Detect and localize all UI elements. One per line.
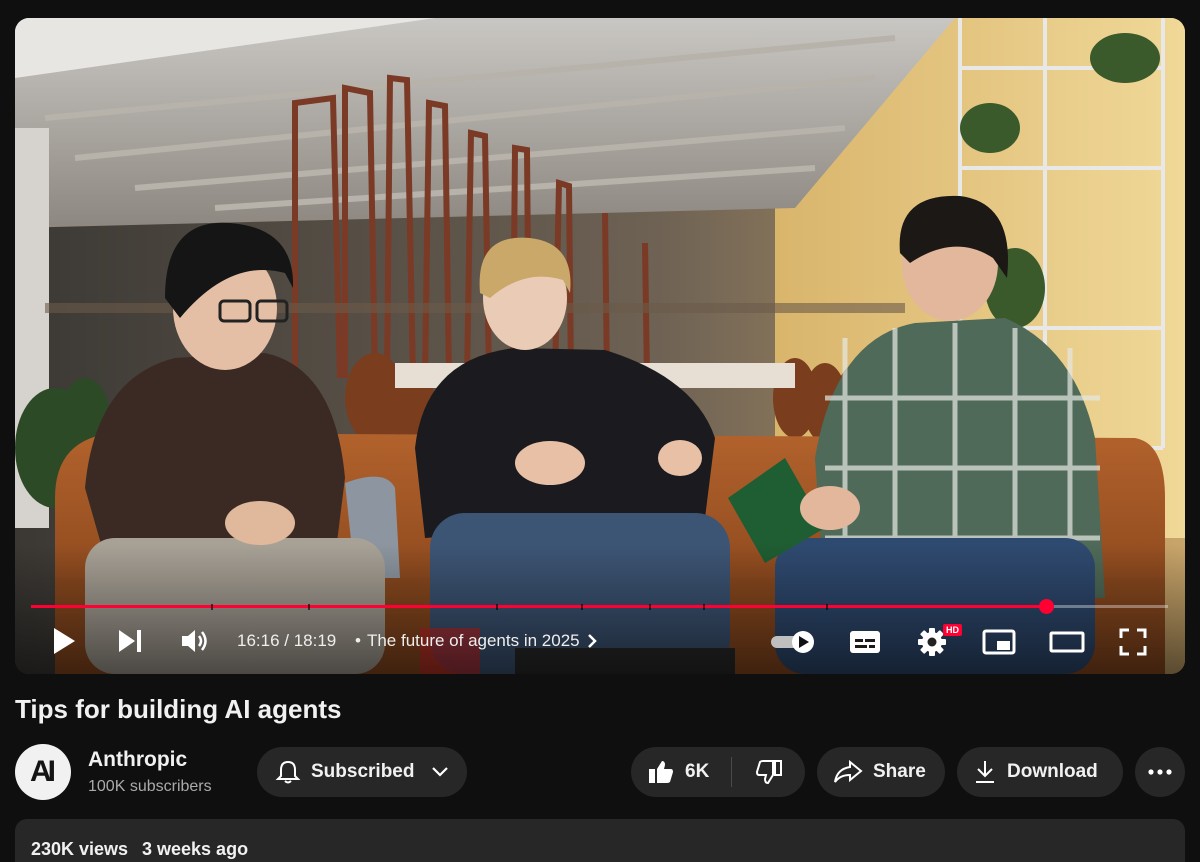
miniplayer-button[interactable] (981, 628, 1017, 656)
fullscreen-button[interactable] (1117, 626, 1149, 658)
chapter-marker (496, 604, 499, 610)
autoplay-toggle-icon (771, 631, 814, 653)
share-button[interactable]: Share (817, 747, 945, 797)
time-display: 16:16 / 18:19 (237, 631, 337, 650)
next-button[interactable] (115, 626, 145, 656)
dislike-button[interactable] (732, 747, 805, 797)
chapter-title: The future of agents in 2025 (366, 631, 580, 650)
video-title: Tips for building AI agents (15, 694, 342, 724)
channel-avatar[interactable]: AI (15, 744, 71, 800)
upload-date: 3 weeks ago (142, 839, 249, 859)
next-icon (119, 630, 141, 652)
video-player[interactable]: 16:16 / 18:19 • The future of agents in … (15, 18, 1185, 674)
youtube-watch-page: 16:16 / 18:19 • The future of agents in … (0, 0, 1200, 862)
autoplay-toggle[interactable] (769, 628, 817, 656)
bullet-separator: • (355, 631, 361, 650)
download-icon (976, 761, 994, 783)
play-button[interactable] (49, 626, 79, 656)
theater-mode-button[interactable] (1048, 628, 1086, 656)
chevron-down-icon (432, 767, 449, 777)
chapter-marker (826, 604, 829, 610)
chevron-right-icon (587, 634, 597, 648)
progress-scrubber[interactable] (1039, 599, 1054, 614)
download-label: Download (1007, 761, 1098, 782)
subscribed-label: Subscribed (311, 761, 415, 782)
chapter-marker (581, 604, 584, 610)
volume-button[interactable] (178, 626, 212, 656)
view-count: 230K views (31, 839, 129, 859)
subscribed-button[interactable]: Subscribed (257, 747, 467, 797)
play-icon (54, 628, 75, 654)
thumbs-down-icon (755, 760, 782, 785)
like-button[interactable]: 6K (631, 747, 731, 797)
chapter-marker (211, 604, 214, 610)
more-horizontal-icon (1148, 769, 1172, 775)
share-icon (834, 760, 863, 783)
progress-bar[interactable] (31, 599, 1168, 614)
chapter-marker (649, 604, 652, 610)
captions-button[interactable] (847, 628, 883, 656)
channel-logo-text: AI (30, 755, 56, 788)
fullscreen-icon (1119, 628, 1147, 656)
chapter-button[interactable]: • The future of agents in 2025 (355, 629, 598, 653)
volume-icon (182, 630, 207, 652)
share-label: Share (873, 761, 926, 782)
chapter-marker (308, 604, 311, 610)
progress-played (31, 605, 1046, 608)
channel-name[interactable]: Anthropic (88, 748, 187, 772)
bell-icon (275, 760, 301, 784)
download-button[interactable]: Download (957, 747, 1123, 797)
description-box[interactable]: 230K views 3 weeks ago (15, 819, 1185, 862)
captions-icon (850, 631, 880, 653)
channel-actions-row: AI Anthropic 100K subscribers Subscribed… (15, 744, 1185, 800)
more-actions-button[interactable] (1135, 747, 1185, 797)
thumbs-up-icon (649, 761, 673, 783)
chapter-marker (703, 604, 706, 610)
like-dislike-group: 6K (631, 747, 805, 797)
hd-badge: HD (943, 624, 962, 636)
theater-icon (1049, 631, 1085, 653)
like-count: 6K (685, 761, 710, 782)
subscriber-count: 100K subscribers (88, 778, 212, 795)
miniplayer-icon (982, 629, 1016, 655)
